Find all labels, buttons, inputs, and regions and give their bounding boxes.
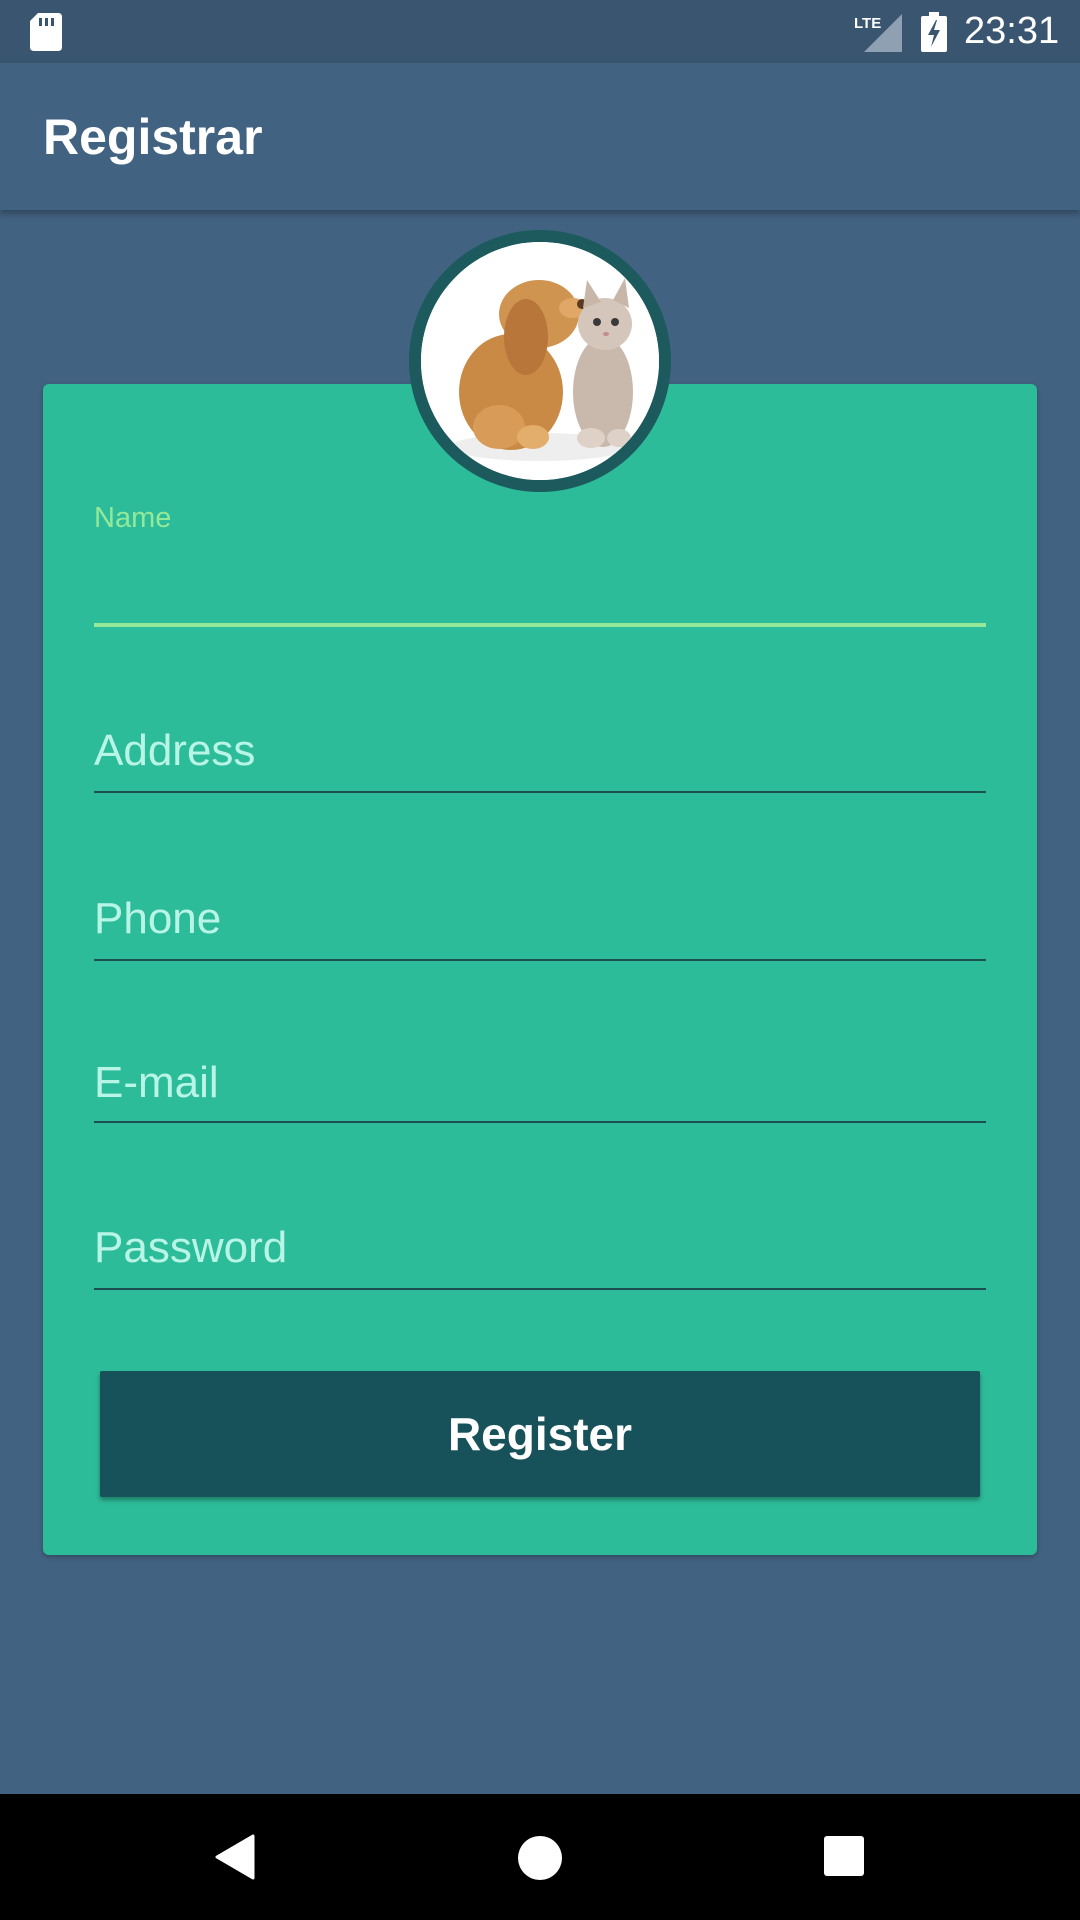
app-bar: Registrar — [0, 63, 1080, 210]
name-field-underline — [94, 623, 986, 627]
name-field[interactable]: Name — [94, 501, 986, 629]
phone-field-underline — [94, 959, 986, 961]
address-field-placeholder: Address — [94, 726, 256, 775]
page-title: Registrar — [43, 109, 263, 165]
battery-charging-icon — [921, 12, 947, 52]
back-icon[interactable] — [215, 1834, 255, 1880]
status-clock: 23:31 — [964, 10, 1060, 52]
password-field-placeholder: Password — [94, 1223, 288, 1272]
phone-field-placeholder: Phone — [94, 894, 222, 943]
phone-field[interactable]: Phone — [94, 893, 986, 963]
password-field[interactable]: Password — [94, 1222, 986, 1292]
name-field-label: Name — [94, 502, 172, 534]
avatar[interactable] — [409, 230, 671, 492]
home-icon[interactable] — [518, 1836, 562, 1880]
email-field-underline — [94, 1121, 986, 1123]
navigation-bar — [0, 1794, 1080, 1920]
sd-card-icon — [30, 13, 62, 51]
register-button[interactable]: Register — [100, 1371, 980, 1497]
address-field-underline — [94, 791, 986, 793]
network-label: LTE — [854, 15, 881, 32]
avatar-image — [421, 242, 659, 480]
address-field[interactable]: Address — [94, 725, 986, 795]
puppy-kitten-avatar — [421, 242, 659, 480]
email-field[interactable]: E-mail — [94, 1057, 986, 1127]
recents-icon[interactable] — [824, 1836, 864, 1876]
password-field-underline — [94, 1288, 986, 1290]
email-field-placeholder: E-mail — [94, 1058, 219, 1107]
status-bar: LTE 23:31 — [0, 0, 1080, 63]
lte-signal-icon: LTE — [854, 14, 902, 52]
